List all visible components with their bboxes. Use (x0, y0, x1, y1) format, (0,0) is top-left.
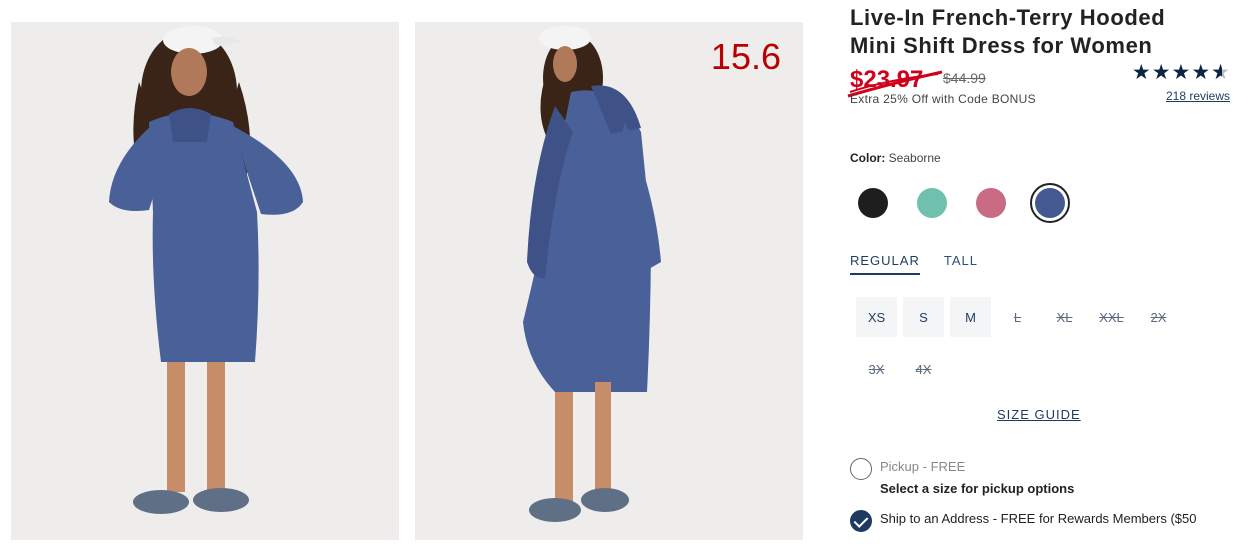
pickup-option[interactable]: Pickup - FREE Select a size for pickup o… (850, 458, 1250, 496)
size-s[interactable]: S (903, 297, 944, 337)
product-info: Live-In French-Terry Hooded Mini Shift D… (847, 0, 1250, 534)
selected-color-name: Seaborne (888, 151, 941, 165)
pickup-radio[interactable] (850, 458, 872, 480)
star-icon: ★ (1171, 61, 1191, 84)
color-swatches (858, 183, 1250, 223)
star-icon: ★ (1191, 61, 1211, 84)
model-front-illustration (11, 22, 399, 540)
tab-tall[interactable]: TALL (944, 253, 978, 275)
ship-radio-checked[interactable] (850, 510, 872, 532)
star-icon: ★ (1151, 61, 1171, 84)
size-m[interactable]: M (950, 297, 991, 337)
product-photo-front[interactable] (11, 22, 399, 540)
color-swatch-rose[interactable] (976, 188, 1006, 218)
color-swatch-seaborne[interactable] (1035, 188, 1065, 218)
pickup-subtext: Select a size for pickup options (880, 481, 1075, 496)
overlay-number: 15.6 (710, 36, 781, 77)
size-3x[interactable]: 3X (856, 349, 897, 389)
product-photo-side[interactable]: 15.6 (415, 22, 803, 540)
size-guide-link[interactable]: SIZE GUIDE (997, 407, 1250, 422)
product-title: Live-In French-Terry Hooded Mini Shift D… (850, 5, 1166, 58)
ship-label: Ship to an Address - FREE for Rewards Me… (880, 511, 1197, 526)
fit-tabs: REGULAR TALL (850, 253, 1250, 275)
star-half-icon: ★ ★ (1211, 61, 1230, 84)
size-4x[interactable]: 4X (903, 349, 944, 389)
product-page: 15.6 Live-In French-Terry Hooded Mini Sh… (0, 0, 1256, 544)
size-l[interactable]: L (997, 297, 1038, 337)
tab-regular[interactable]: REGULAR (850, 253, 920, 275)
size-xs[interactable]: XS (856, 297, 897, 337)
rating-stars: ★ ★ ★ ★ ★ ★ (1124, 62, 1230, 84)
color-swatch-black[interactable] (858, 188, 888, 218)
fulfillment-options: Pickup - FREE Select a size for pickup o… (850, 458, 1250, 534)
star-icon: ★ (1131, 61, 1151, 84)
color-selector-label: Color: Seaborne (850, 151, 1250, 165)
reviews-link[interactable]: 218 reviews (1166, 89, 1230, 103)
price-row: $23.97 $44.99 Extra 25% Off with Code BO… (847, 62, 1250, 106)
rating: ★ ★ ★ ★ ★ ★ 218 reviews (1124, 62, 1230, 105)
color-swatch-teal[interactable] (917, 188, 947, 218)
size-xxl[interactable]: XXL (1091, 297, 1132, 337)
size-xl[interactable]: XL (1044, 297, 1085, 337)
ship-option[interactable]: Ship to an Address - FREE for Rewards Me… (850, 510, 1250, 534)
color-swatch-seaborne-selected[interactable] (1030, 183, 1070, 223)
model-side-illustration (415, 22, 803, 540)
pickup-label: Pickup - FREE (880, 459, 966, 474)
original-price: $44.99 (943, 70, 986, 86)
size-options: XS S M L XL XXL 2X 3X 4X (856, 297, 1196, 389)
promo-text: Extra 25% Off with Code BONUS (850, 92, 1036, 106)
size-2x[interactable]: 2X (1138, 297, 1179, 337)
color-label: Color: (850, 151, 886, 165)
